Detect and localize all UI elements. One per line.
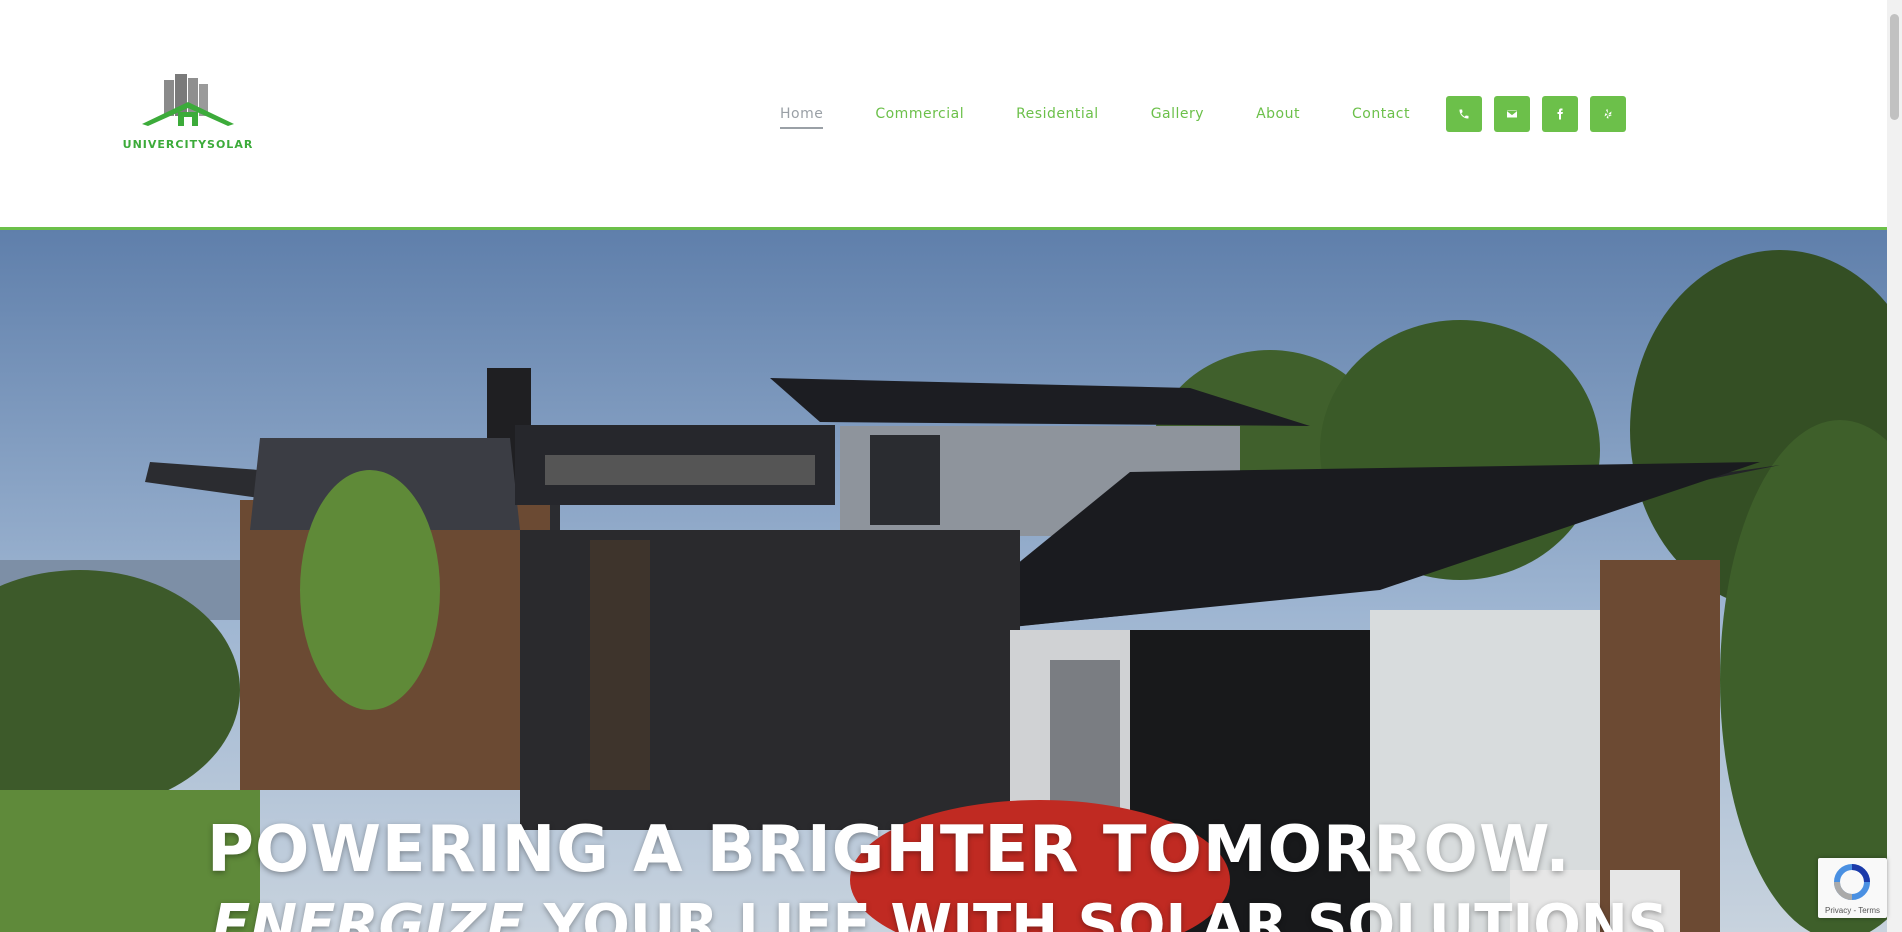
hero-headline: POWERING A BRIGHTER TOMORROW.	[207, 813, 1571, 887]
recaptcha-links[interactable]: Privacy - Terms	[1818, 906, 1887, 915]
nav-home[interactable]: Home	[780, 106, 824, 129]
hero-banner: POWERING A BRIGHTER TOMORROW. ENERGIZE Y…	[0, 230, 1887, 932]
nav-residential[interactable]: Residential	[1016, 106, 1099, 122]
logo-wordmark: UNIVERCITYSOLAR	[122, 138, 254, 151]
nav-about[interactable]: About	[1256, 106, 1300, 122]
email-button[interactable]	[1493, 96, 1530, 132]
nav-contact[interactable]: Contact	[1352, 106, 1410, 122]
yelp-icon	[1604, 109, 1612, 119]
logo-buildings-icon	[142, 74, 234, 126]
hero-sub-italic: ENERGIZE	[212, 893, 525, 932]
yelp-button[interactable]	[1589, 96, 1626, 132]
nav-commercial[interactable]: Commercial	[875, 106, 964, 122]
hero-subheadline: ENERGIZE YOUR LIFE WITH SOLAR SOLUTIONS	[212, 893, 1668, 932]
social-links	[1445, 96, 1626, 132]
page-scrollbar[interactable]	[1887, 0, 1902, 932]
hero-sub-rest: YOUR LIFE WITH SOLAR SOLUTIONS	[524, 893, 1669, 932]
phone-button[interactable]	[1445, 96, 1482, 132]
site-logo[interactable]: UNIVERCITYSOLAR	[112, 72, 264, 158]
site-header: UNIVERCITYSOLAR Home Commercial Resident…	[0, 0, 1887, 230]
email-icon	[1506, 110, 1517, 118]
facebook-icon	[1557, 108, 1563, 120]
phone-icon	[1459, 109, 1469, 119]
facebook-button[interactable]	[1541, 96, 1578, 132]
main-nav: Home Commercial Residential Gallery Abou…	[780, 96, 1626, 132]
scrollbar-thumb[interactable]	[1890, 14, 1899, 120]
nav-gallery[interactable]: Gallery	[1151, 106, 1204, 122]
recaptcha-icon	[1834, 864, 1870, 900]
recaptcha-badge[interactable]: Privacy - Terms	[1818, 858, 1887, 918]
